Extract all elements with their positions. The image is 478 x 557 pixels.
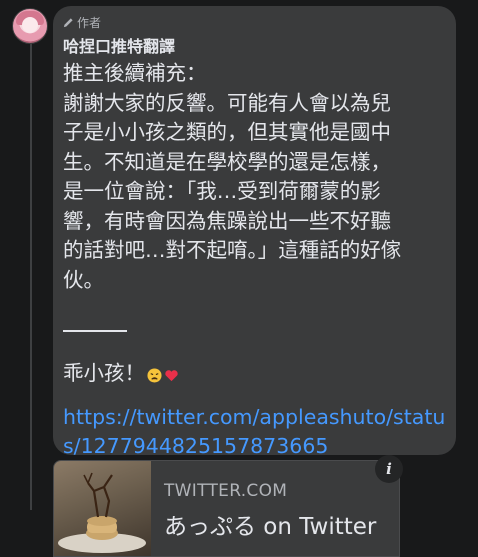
comment-line: 伙。 [63,267,104,292]
comment-line: 是一位會說：「我…受到荷爾蒙的影 [63,179,381,203]
preview-domain: TWITTER.COM [164,481,288,501]
divider-line [63,330,127,332]
comment-line: 響，有時會因為焦躁說出一些不好聽 [63,208,391,233]
author-badge-label: 作者 [77,15,102,30]
thread-line [30,40,32,510]
dessert-image-icon [58,472,146,553]
tired-face-emoji-icon [147,368,162,383]
preview-thumbnail [54,461,151,556]
comment-bubble: 作者 哈捏口推特翻譯 推主後續補充： 謝謝大家的反響。可能有人會以為兒 子是小小… [53,6,456,458]
comment-line: 謝謝大家的反響。可能有人會以為兒 [63,90,391,115]
author-avatar[interactable] [12,8,48,44]
pencil-icon [63,17,73,27]
avatar-face [22,17,38,33]
comment-line: 子是小小孩之類的，但其實他是國中 [63,120,391,144]
author-name[interactable]: 哈捏口推特翻譯 [63,33,175,57]
preview-title[interactable]: あっぷる on Twitter [164,507,376,541]
comment-line: 推主後續補充： [63,61,207,85]
author-badge: 作者 [63,14,101,30]
info-icon[interactable]: i [375,455,403,483]
heart-emoji-icon [165,370,178,382]
tweet-link-line[interactable]: https://twitter.com/appleashuto/statu [63,403,448,432]
comment-body: 推主後續補充： 謝謝大家的反響。可能有人會以為兒 子是小小孩之類的，但其實他是國… [63,59,448,461]
closing-line: 乖小孩！ [63,359,448,389]
tweet-link[interactable]: https://twitter.com/appleashuto/statu s/… [63,403,448,461]
comment-line: 生。不知道是在學校學的還是怎樣， [63,149,391,174]
closing-text: 乖小孩！ [63,361,145,385]
comment-line: 的話對吧…對不起唷。」這種話的好傢 [63,238,402,262]
link-preview-card[interactable]: TWITTER.COM あっぷる on Twitter [53,460,400,557]
